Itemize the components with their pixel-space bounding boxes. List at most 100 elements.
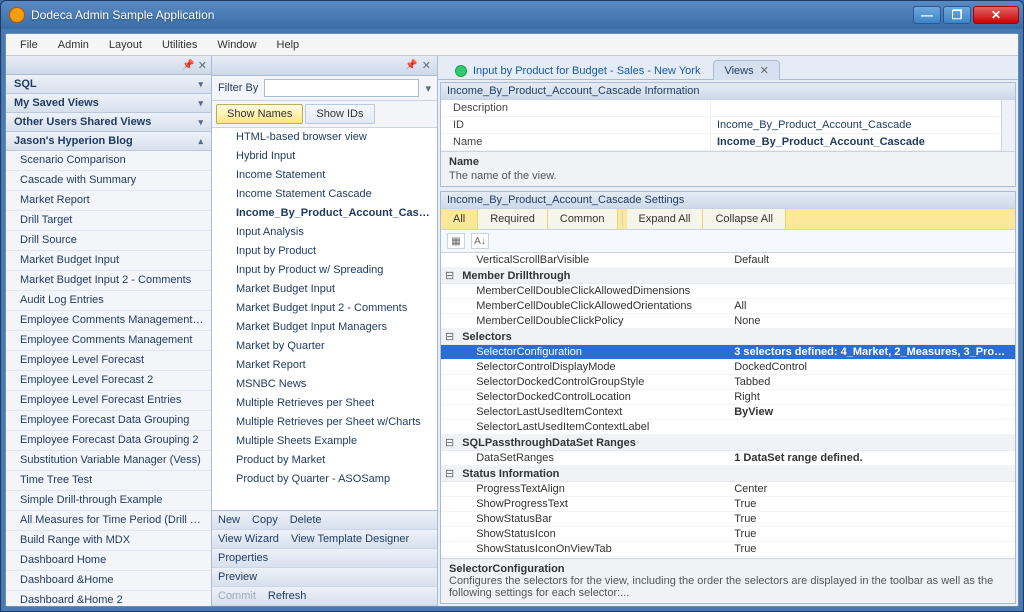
list-item[interactable]: Income_By_Product_Account_Casc... [212, 204, 437, 223]
property-value[interactable]: Default [728, 253, 1015, 268]
section-shared-views[interactable]: Other Users Shared Views ▾ [6, 113, 211, 132]
property-label[interactable]: ShowStatusIcon [458, 527, 728, 542]
tab-input-by-product[interactable]: Input by Product for Budget - Sales - Ne… [444, 61, 711, 80]
show-names-button[interactable]: Show Names [216, 104, 303, 124]
sort-az-icon[interactable]: A↓ [471, 233, 489, 249]
close-icon[interactable]: ✕ [198, 59, 207, 72]
property-label[interactable]: SelectorDockedControlLocation [458, 390, 728, 405]
list-item[interactable]: Market Budget Input 2 - Comments [212, 299, 437, 318]
views-list[interactable]: HTML-based browser viewHybrid Input Incom… [212, 128, 437, 510]
copy-button[interactable]: Copy [252, 514, 278, 526]
property-grid[interactable]: VerticalScrollBarVisibleDefault⊟Member D… [441, 253, 1015, 558]
category-label[interactable]: Selectors [458, 329, 1015, 345]
new-button[interactable]: New [218, 514, 240, 526]
list-item[interactable]: Multiple Sheets Example [212, 432, 437, 451]
property-label[interactable]: VerticalScrollBarVisible [458, 253, 728, 268]
prop-value[interactable]: Income_By_Product_Account_Cascade [711, 117, 1001, 134]
collapse-icon[interactable]: ⊟ [441, 435, 458, 451]
property-label[interactable]: ShowStatusBar [458, 512, 728, 527]
nav-item[interactable]: Employee Level Forecast 2 [6, 371, 211, 391]
nav-item[interactable]: Employee Comments Management [6, 331, 211, 351]
collapse-icon[interactable]: ⊟ [441, 466, 458, 482]
list-item[interactable]: Input by Product [212, 242, 437, 261]
preview-button[interactable]: Preview [218, 571, 257, 583]
property-value[interactable]: None [728, 314, 1015, 329]
expand-all-button[interactable]: Expand All [627, 209, 704, 229]
property-value[interactable]: DockedControl [728, 360, 1015, 375]
filter-required-button[interactable]: Required [478, 209, 548, 229]
view-wizard-button[interactable]: View Wizard [218, 533, 279, 545]
property-value[interactable]: 1 DataSet range defined. [728, 451, 1015, 466]
property-value[interactable]: True [728, 497, 1015, 512]
list-item[interactable]: Product by Quarter - ASOSamp [212, 470, 437, 489]
list-item[interactable]: Hybrid Input [212, 147, 437, 166]
nav-item[interactable]: Market Budget Input 2 - Comments [6, 271, 211, 291]
nav-item[interactable]: Substitution Variable Manager (Vess) [6, 451, 211, 471]
property-value[interactable]: Center [728, 482, 1015, 497]
property-label[interactable]: DataSetRanges [458, 451, 728, 466]
tab-views[interactable]: Views ✕ [713, 60, 779, 80]
list-item[interactable]: HTML-based browser view [212, 128, 437, 147]
property-label[interactable]: SelectorLastUsedItemContextLabel [458, 420, 728, 435]
menu-admin[interactable]: Admin [50, 37, 97, 53]
property-label[interactable]: ProgressTextAlign [458, 482, 728, 497]
list-item[interactable]: Multiple Retrieves per Sheet w/Charts [212, 413, 437, 432]
list-item[interactable]: Input by Product w/ Spreading [212, 261, 437, 280]
nav-item[interactable]: Time Tree Test [6, 471, 211, 491]
nav-item[interactable]: Drill Target [6, 211, 211, 231]
nav-item[interactable]: All Measures for Time Period (Drill Tar.… [6, 511, 211, 531]
nav-item[interactable]: Dashboard Home [6, 551, 211, 571]
collapse-all-button[interactable]: Collapse All [703, 209, 785, 229]
nav-item[interactable]: Market Budget Input [6, 251, 211, 271]
menu-file[interactable]: File [12, 37, 46, 53]
delete-button[interactable]: Delete [290, 514, 322, 526]
category-label[interactable]: Member Drillthrough [458, 268, 1015, 284]
properties-button[interactable]: Properties [218, 552, 268, 564]
property-value[interactable]: Tabbed [728, 375, 1015, 390]
menu-utilities[interactable]: Utilities [154, 37, 205, 53]
categorized-icon[interactable]: ▦ [447, 233, 465, 249]
nav-item[interactable]: Audit Log Entries [6, 291, 211, 311]
nav-item[interactable]: Employee Forecast Data Grouping [6, 411, 211, 431]
property-label[interactable]: ShowProgressText [458, 497, 728, 512]
property-value[interactable] [728, 284, 1015, 299]
property-label[interactable]: ShowStatusIconOnViewTab [458, 542, 728, 557]
close-icon[interactable]: ✕ [422, 59, 431, 72]
collapse-icon[interactable]: ⊟ [441, 268, 458, 284]
nav-item[interactable]: Simple Drill-through Example [6, 491, 211, 511]
property-label[interactable]: SelectorLastUsedItemContext [458, 405, 728, 420]
list-item[interactable]: Income Statement Cascade [212, 185, 437, 204]
nav-item[interactable]: Build Range with MDX [6, 531, 211, 551]
close-icon[interactable]: ✕ [760, 64, 769, 77]
nav-item[interactable]: Dashboard &Home 2 [6, 591, 211, 606]
list-item[interactable]: Market Report [212, 356, 437, 375]
maximize-button[interactable]: ❐ [943, 6, 971, 24]
pin-icon[interactable]: 📌 [182, 60, 194, 71]
collapse-icon[interactable]: ⊟ [441, 329, 458, 345]
dropdown-icon[interactable]: ▾ [425, 82, 431, 95]
section-saved-views[interactable]: My Saved Views ▾ [6, 94, 211, 113]
show-ids-button[interactable]: Show IDs [305, 104, 374, 124]
list-item[interactable]: MSNBC News [212, 375, 437, 394]
list-item[interactable]: Input Analysis [212, 223, 437, 242]
property-label[interactable]: MemberCellDoubleClickAllowedDimensions [458, 284, 728, 299]
navigation-tree[interactable]: Scenario ComparisonCascade with SummaryM… [6, 151, 211, 606]
property-label[interactable]: MemberCellDoubleClickPolicy [458, 314, 728, 329]
nav-item[interactable]: Employee Forecast Data Grouping 2 [6, 431, 211, 451]
nav-item[interactable]: Employee Comments Management (E... [6, 311, 211, 331]
filter-common-button[interactable]: Common [548, 209, 618, 229]
property-value[interactable]: ByView [728, 405, 1015, 420]
nav-item[interactable]: Market Report [6, 191, 211, 211]
list-item[interactable]: Market Budget Input Managers [212, 318, 437, 337]
nav-item[interactable]: Scenario Comparison [6, 151, 211, 171]
titlebar[interactable]: Dodeca Admin Sample Application — ❐ ✕ [1, 1, 1023, 29]
property-value[interactable]: All [728, 299, 1015, 314]
property-label[interactable]: MemberCellDoubleClickAllowedOrientations [458, 299, 728, 314]
menu-help[interactable]: Help [269, 37, 308, 53]
close-button[interactable]: ✕ [973, 6, 1019, 24]
property-label[interactable]: SelectorDockedControlGroupStyle [458, 375, 728, 390]
prop-value[interactable] [711, 100, 1001, 117]
filter-input[interactable] [264, 79, 419, 97]
list-item[interactable]: Product by Market [212, 451, 437, 470]
property-label[interactable]: SelectorControlDisplayMode [458, 360, 728, 375]
